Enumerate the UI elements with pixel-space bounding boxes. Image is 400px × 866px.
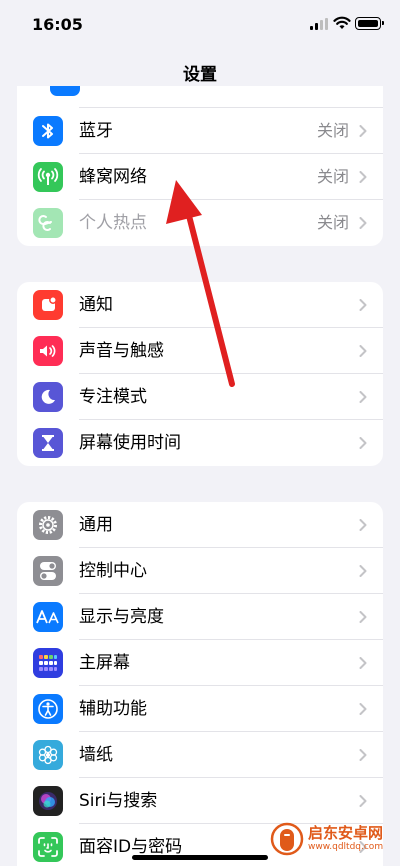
home-indicator[interactable]	[132, 855, 268, 860]
home-grid-icon	[33, 648, 63, 678]
row-focus[interactable]: 专注模式	[17, 374, 383, 420]
bluetooth-icon	[33, 116, 63, 146]
row-label: 个人热点	[79, 213, 147, 233]
chevron-right-icon	[359, 217, 367, 229]
chevron-right-icon	[359, 125, 367, 137]
row-cellular[interactable]: 蜂窝网络 关闭	[17, 154, 383, 200]
watermark-logo-icon	[270, 822, 304, 856]
row-accessibility[interactable]: 辅助功能	[17, 686, 383, 732]
chevron-right-icon	[359, 299, 367, 311]
watermark: 启东安卓网 www.qdltdq.com	[270, 820, 392, 860]
row-label: 墙纸	[79, 745, 113, 765]
row-siri-search[interactable]: Siri与搜索	[17, 778, 383, 824]
watermark-name: 启东安卓网	[308, 824, 384, 842]
row-label: 通知	[79, 295, 113, 315]
row-label: 蓝牙	[79, 121, 113, 141]
chevron-right-icon	[359, 519, 367, 531]
chevron-right-icon	[359, 345, 367, 357]
hourglass-icon	[33, 428, 63, 458]
chevron-right-icon	[359, 657, 367, 669]
row-wallpaper[interactable]: 墙纸	[17, 732, 383, 778]
bell-icon	[33, 290, 63, 320]
toggles-icon	[33, 556, 63, 586]
row-notifications[interactable]: 通知	[17, 282, 383, 328]
settings-group-connectivity: 蓝牙 关闭 蜂窝网络 关闭 个人热点 关闭	[17, 108, 383, 246]
cellular-signal-icon	[310, 18, 328, 30]
row-label: 专注模式	[79, 387, 147, 407]
chevron-right-icon	[359, 611, 367, 623]
row-home-screen[interactable]: 主屏幕	[17, 640, 383, 686]
row-value: 关闭	[316, 121, 349, 140]
text-size-icon	[33, 602, 63, 632]
row-personal-hotspot[interactable]: 个人热点 关闭	[17, 200, 383, 246]
row-value: 关闭	[316, 213, 349, 232]
siri-icon	[33, 786, 63, 816]
wifi-settings-icon	[50, 86, 80, 96]
chevron-right-icon	[359, 795, 367, 807]
row-label: 主屏幕	[79, 653, 130, 673]
flower-icon	[33, 740, 63, 770]
row-bluetooth[interactable]: 蓝牙 关闭	[17, 108, 383, 154]
chevron-right-icon	[359, 391, 367, 403]
gear-icon	[33, 510, 63, 540]
row-label: 蜂窝网络	[79, 167, 147, 187]
page-title: 设置	[183, 65, 217, 85]
watermark-url: www.qdltdq.com	[308, 842, 384, 852]
settings-group-top-partial	[17, 86, 383, 108]
row-control-center[interactable]: 控制中心	[17, 548, 383, 594]
settings-group-general: 通用 控制中心 显示与亮度 主屏幕 辅助功能 墙纸 Siri与搜索 面容ID与密…	[17, 502, 383, 866]
row-label: 显示与亮度	[79, 607, 164, 627]
status-bar: 16:05	[0, 0, 400, 50]
settings-group-notifications: 通知 声音与触感 专注模式 屏幕使用时间	[17, 282, 383, 466]
row-value: 关闭	[316, 167, 349, 186]
hotspot-icon	[33, 208, 63, 238]
antenna-icon	[33, 162, 63, 192]
row-display-brightness[interactable]: 显示与亮度	[17, 594, 383, 640]
row-sounds-haptics[interactable]: 声音与触感	[17, 328, 383, 374]
row-label: 声音与触感	[79, 341, 164, 361]
wifi-icon	[333, 16, 351, 29]
row-label: 辅助功能	[79, 699, 147, 719]
row-label: 屏幕使用时间	[79, 433, 181, 453]
row-general[interactable]: 通用	[17, 502, 383, 548]
chevron-right-icon	[359, 749, 367, 761]
status-time: 16:05	[32, 15, 83, 34]
chevron-right-icon	[359, 703, 367, 715]
chevron-right-icon	[359, 565, 367, 577]
chevron-right-icon	[359, 437, 367, 449]
row-label: Siri与搜索	[79, 791, 158, 811]
row-screen-time[interactable]: 屏幕使用时间	[17, 420, 383, 466]
row-label: 通用	[79, 515, 113, 535]
face-id-icon	[33, 832, 63, 862]
speaker-icon	[33, 336, 63, 366]
moon-icon	[33, 382, 63, 412]
battery-icon	[355, 17, 384, 30]
accessibility-icon	[33, 694, 63, 724]
row-label: 控制中心	[79, 561, 147, 581]
chevron-right-icon	[359, 171, 367, 183]
